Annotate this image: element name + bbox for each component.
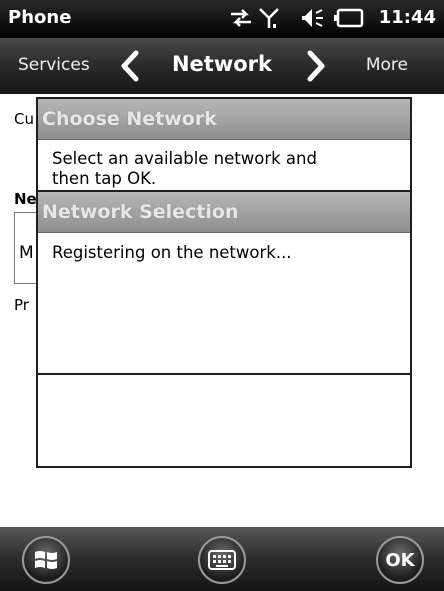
start-button[interactable] — [22, 536, 70, 584]
windows-start-icon — [35, 551, 57, 569]
choose-network-message-line2: then tap OK. — [52, 169, 157, 188]
choose-network-message-line1: Select an available network and — [52, 149, 317, 168]
keyboard-button[interactable] — [198, 536, 246, 584]
registering-message: Registering on the network... — [52, 243, 292, 262]
app-title: Phone — [8, 7, 72, 28]
ok-button[interactable]: OK — [376, 536, 424, 584]
clock: 11:44 — [378, 7, 436, 28]
signal-icon — [259, 8, 279, 28]
navigation-bar: Services Network More — [0, 38, 444, 94]
battery-icon — [334, 8, 364, 28]
choose-network-title: Choose Network — [38, 99, 410, 140]
bottom-bar: OK — [0, 527, 444, 591]
ok-button-label: OK — [385, 549, 415, 571]
status-bar: Phone 11:44 — [0, 0, 444, 38]
dialog-divider — [38, 373, 410, 375]
network-selection-title: Network Selection — [38, 192, 410, 233]
background-label-preferred: Pr — [14, 296, 29, 314]
chevron-right-icon[interactable] — [304, 50, 328, 82]
background-label-current: Cu — [14, 110, 34, 128]
background-select-text: M — [19, 243, 34, 263]
data-arrows-icon — [231, 9, 251, 27]
choose-network-dialog: Choose Network Select an available netwo… — [36, 97, 412, 197]
keyboard-icon — [208, 550, 236, 570]
speaker-icon — [302, 9, 323, 27]
more-tab[interactable]: More — [366, 55, 408, 75]
network-selection-dialog: Network Selection Registering on the net… — [36, 190, 412, 468]
background-label-network: Ne — [14, 190, 37, 208]
